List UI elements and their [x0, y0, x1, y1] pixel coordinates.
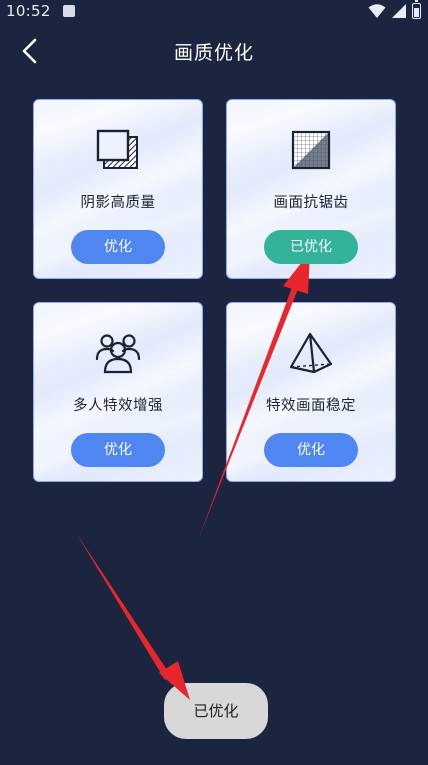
card-multiplayer-effects: 多人特效增强 优化: [33, 302, 203, 482]
card-label: 阴影高质量: [80, 195, 156, 211]
optimize-button[interactable]: 优化: [71, 433, 165, 467]
battery-icon: [412, 0, 421, 19]
shadow-square-icon: [96, 129, 138, 169]
people-group-icon: [95, 334, 141, 374]
antialias-grid-icon: [291, 130, 331, 170]
optimize-button[interactable]: 优化: [71, 230, 165, 264]
notification-icon: [63, 5, 75, 17]
card-shadow-quality: 阴影高质量 优化: [33, 99, 203, 279]
optimize-button[interactable]: 优化: [264, 433, 358, 467]
arrow-to-toast: [76, 533, 190, 700]
toast-message: 已优化: [164, 683, 268, 739]
card-label: 特效画面稳定: [266, 398, 356, 414]
optimized-button[interactable]: 已优化: [264, 230, 358, 264]
card-label: 画面抗锯齿: [273, 195, 349, 211]
status-time: 10:52: [6, 2, 51, 20]
card-label: 多人特效增强: [73, 398, 163, 414]
quality-optimization-screen: 10:52 画质优化 阴影高质量 优化 画面抗锯齿 已优化 多人特效增强 优化 …: [0, 0, 428, 765]
pyramid-icon: [289, 332, 333, 374]
signal-icon: [392, 4, 406, 18]
card-antialiasing: 画面抗锯齿 已优化: [226, 99, 396, 279]
wifi-icon: [368, 4, 386, 18]
card-effects-stability: 特效画面稳定 优化: [226, 302, 396, 482]
status-bar: 10:52: [0, 0, 428, 24]
page-title: 画质优化: [173, 42, 254, 64]
